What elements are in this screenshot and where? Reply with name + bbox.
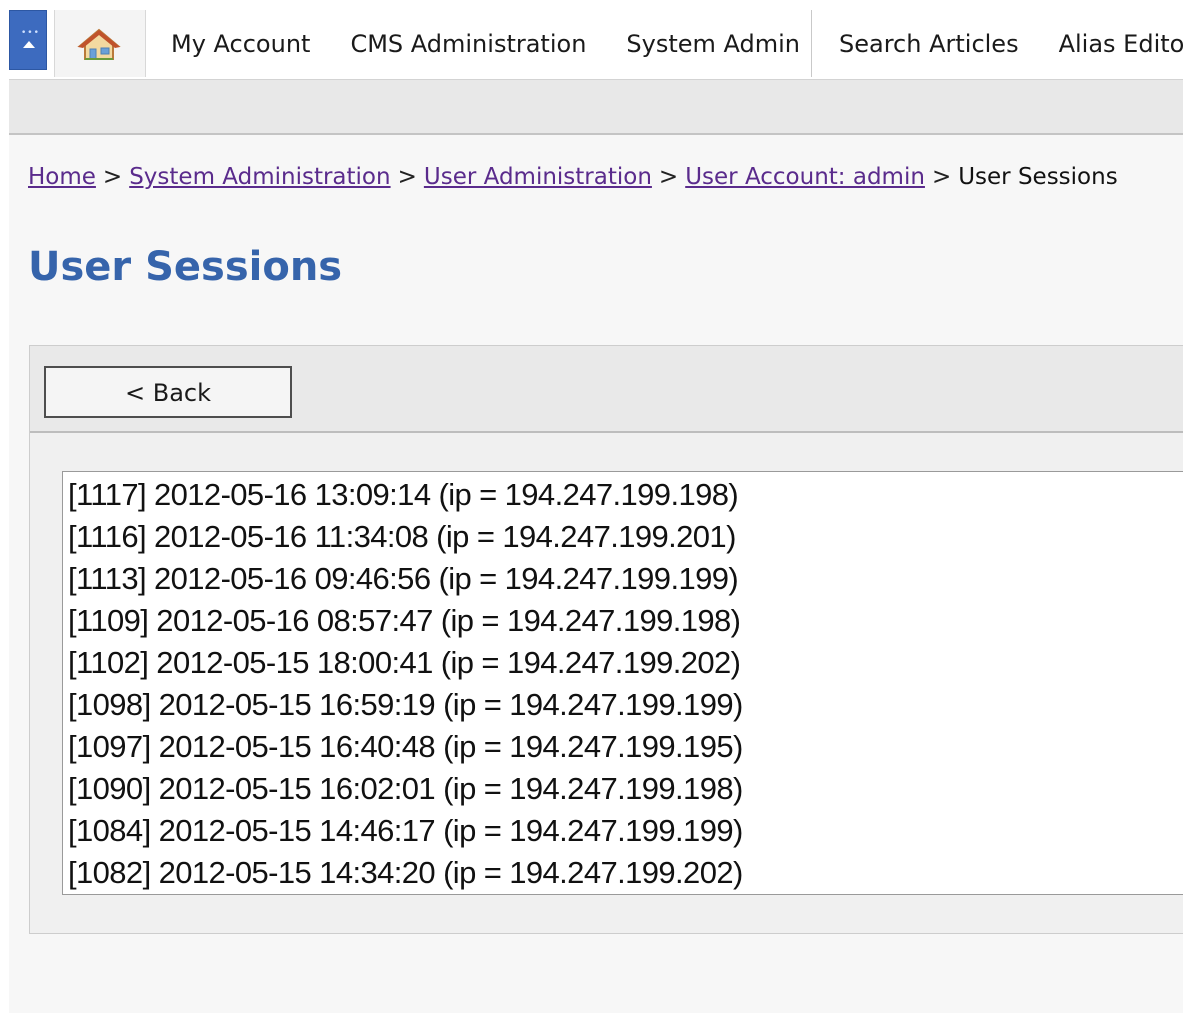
session-option[interactable]: [1109] 2012-05-16 08:57:47 (ip = 194.247… <box>63 600 1183 642</box>
session-option[interactable]: [1113] 2012-05-16 09:46:56 (ip = 194.247… <box>63 558 1183 600</box>
collapse-menu-icon: ••• <box>21 28 40 38</box>
arrow-up-icon <box>23 41 35 48</box>
session-option[interactable]: [1084] 2012-05-15 14:46:17 (ip = 194.247… <box>63 810 1183 852</box>
sub-navigation-bar <box>9 79 1183 135</box>
menu-system-admin[interactable]: System Admin <box>626 30 800 58</box>
collapse-menu-button[interactable]: ••• <box>9 10 47 70</box>
breadcrumb-separator: > <box>658 164 679 190</box>
session-listbox[interactable]: [1117] 2012-05-16 13:09:14 (ip = 194.247… <box>62 471 1183 895</box>
breadcrumb-link-system-administration[interactable]: System Administration <box>129 164 390 190</box>
home-button[interactable] <box>54 10 146 77</box>
back-button[interactable]: < Back <box>44 366 292 418</box>
breadcrumb-link-user-administration[interactable]: User Administration <box>424 164 652 190</box>
breadcrumb-link-home[interactable]: Home <box>28 164 96 190</box>
main-menu: My Account CMS Administration System Adm… <box>146 10 812 77</box>
breadcrumb: Home > System Administration > User Administ… <box>28 164 1118 190</box>
menu-alias-editor[interactable]: Alias Editor <box>1059 30 1183 58</box>
top-navigation: ••• My Account CMS Administration System… <box>0 0 1183 80</box>
breadcrumb-separator: > <box>931 164 952 190</box>
sessions-panel: < Back [1117] 2012-05-16 13:09:14 (ip = … <box>29 345 1183 934</box>
secondary-menu: Search Articles Alias Editor <box>812 10 1183 77</box>
menu-cms-administration[interactable]: CMS Administration <box>350 30 586 58</box>
session-option[interactable]: [1117] 2012-05-16 13:09:14 (ip = 194.247… <box>63 474 1183 516</box>
session-option[interactable]: [1097] 2012-05-15 16:40:48 (ip = 194.247… <box>63 726 1183 768</box>
breadcrumb-current: User Sessions <box>958 164 1118 190</box>
menu-search-articles[interactable]: Search Articles <box>839 30 1019 58</box>
breadcrumb-separator: > <box>102 164 123 190</box>
breadcrumb-separator: > <box>397 164 417 190</box>
panel-toolbar: < Back <box>30 346 1183 433</box>
session-option[interactable]: [1098] 2012-05-15 16:59:19 (ip = 194.247… <box>63 684 1183 726</box>
session-option[interactable]: [1082] 2012-05-15 14:34:20 (ip = 194.247… <box>63 852 1183 894</box>
session-option[interactable]: [1102] 2012-05-15 18:00:41 (ip = 194.247… <box>63 642 1183 684</box>
page-title: User Sessions <box>28 244 343 290</box>
breadcrumb-link-user-account[interactable]: User Account: admin <box>685 164 925 190</box>
home-icon <box>77 28 121 60</box>
session-option[interactable]: [1090] 2012-05-15 16:02:01 (ip = 194.247… <box>63 768 1183 810</box>
menu-my-account[interactable]: My Account <box>171 30 310 58</box>
session-option[interactable]: [1116] 2012-05-16 11:34:08 (ip = 194.247… <box>63 516 1183 558</box>
